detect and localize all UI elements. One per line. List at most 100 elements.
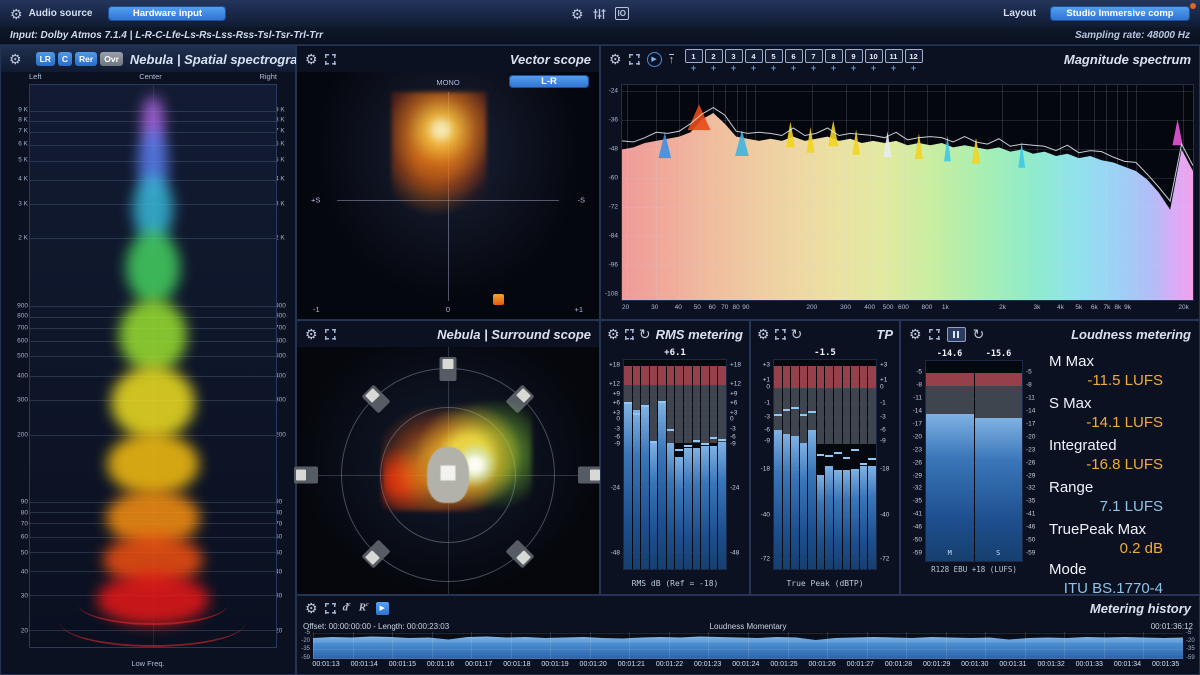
channel-button-c[interactable]: C — [58, 52, 72, 66]
fullscreen-icon[interactable] — [929, 329, 940, 340]
history-tool-icon[interactable]: dc — [343, 602, 351, 614]
band-add-icon[interactable]: + — [751, 64, 756, 72]
surround-header: ⚙ Nebula | Surround scope — [297, 321, 599, 347]
band-add-icon[interactable]: + — [911, 64, 916, 72]
reset-icon[interactable]: ↻ — [973, 327, 985, 341]
time-label: 00:01:35 — [1152, 661, 1179, 668]
meter-red-zone — [825, 366, 833, 388]
reset-icon[interactable]: ↻ — [791, 327, 803, 341]
fullscreen-icon[interactable] — [325, 329, 336, 340]
gear-icon[interactable]: ⚙ — [571, 7, 584, 21]
vector-mode-button[interactable]: L-R — [509, 75, 589, 88]
band-button-4[interactable]: 4 — [745, 49, 763, 63]
layout-preset-button[interactable]: Studio Immersive comp — [1050, 6, 1190, 21]
band-button-7[interactable]: 7 — [805, 49, 823, 63]
time-label: 00:01:24 — [732, 661, 759, 668]
play-nav-icon[interactable]: ▶ — [647, 52, 662, 67]
gear-icon[interactable]: ⚙ — [757, 327, 770, 341]
gear-icon[interactable]: ⚙ — [9, 52, 22, 66]
channel-button-rer[interactable]: Rer — [75, 52, 97, 66]
band-add-icon[interactable]: + — [731, 64, 736, 72]
gear-icon[interactable]: ⚙ — [305, 327, 318, 341]
band-button-6[interactable]: 6 — [785, 49, 803, 63]
meter-bar — [783, 434, 791, 569]
snap-to-top-icon[interactable]: ↑ — [669, 54, 675, 65]
stat-label: Range — [1049, 479, 1189, 496]
band-add-icon[interactable]: + — [691, 64, 696, 72]
band-add-icon[interactable]: + — [851, 64, 856, 72]
band-button-8[interactable]: 8 — [825, 49, 843, 63]
gear-icon[interactable]: ⚙ — [305, 52, 318, 66]
meter-gray-zone — [860, 388, 868, 443]
gear-icon[interactable]: ⚙ — [909, 327, 922, 341]
spectrogram-display[interactable] — [29, 84, 277, 648]
band-add-icon[interactable]: + — [791, 64, 796, 72]
band-add-icon[interactable]: + — [831, 64, 836, 72]
freq-tick: 9k — [1124, 304, 1131, 311]
scale-tick: -20 — [1026, 433, 1035, 440]
meter-channel — [851, 360, 859, 569]
band-add-icon[interactable]: + — [811, 64, 816, 72]
fullscreen-icon[interactable] — [325, 54, 336, 65]
meter-bar — [825, 466, 833, 569]
freq-label: 3 K — [2, 200, 28, 207]
loudness-channel: M — [926, 361, 974, 561]
band-button-5[interactable]: 5 — [765, 49, 783, 63]
channel-button-lr[interactable]: LR — [36, 52, 55, 66]
meter-red-zone — [710, 366, 718, 385]
history-play-icon[interactable]: ▶ — [376, 602, 389, 615]
meter-peak — [641, 405, 649, 407]
history-scale-tick: -20 — [1186, 638, 1195, 644]
channel-faders-icon[interactable] — [593, 8, 606, 20]
io-icon[interactable]: IO — [615, 7, 629, 20]
gear-icon[interactable]: ⚙ — [10, 7, 23, 21]
meter-peak — [633, 413, 641, 415]
meter-gray-zone — [701, 385, 709, 442]
vector-scope-display[interactable]: MONO L-R +S -S -1 0 +1 — [297, 72, 599, 319]
band-add-icon[interactable]: + — [771, 64, 776, 72]
fullscreen-icon[interactable] — [775, 329, 786, 340]
speaker-icon — [294, 467, 318, 484]
history-scale-tick: -20 — [301, 638, 310, 644]
history-scale-tick: -59 — [1186, 655, 1195, 661]
fullscreen-icon[interactable] — [629, 54, 640, 65]
meter-red-zone — [868, 366, 876, 388]
band-button-3[interactable]: 3 — [725, 49, 743, 63]
band-button-2[interactable]: 2 — [705, 49, 723, 63]
band-add-icon[interactable]: + — [711, 64, 716, 72]
band-add-icon[interactable]: + — [891, 64, 896, 72]
info-bar: Input: Dolby Atmos 7.1.4 | L-R-C-Lfe-Ls-… — [0, 27, 1200, 45]
history-scale-left: -5-20-35-59 — [297, 632, 312, 659]
pause-icon[interactable] — [947, 327, 966, 342]
band-button-12[interactable]: 12 — [905, 49, 923, 63]
channel-button-ovr[interactable]: Ovr — [100, 52, 123, 66]
scale-tick: -32 — [1026, 485, 1035, 492]
history-grid — [313, 632, 1183, 659]
fullscreen-icon[interactable] — [625, 329, 634, 340]
hardware-input-button[interactable]: Hardware input — [108, 6, 226, 21]
band-add-icon[interactable]: + — [871, 64, 876, 72]
meter-red-zone — [817, 366, 825, 388]
freq-tick: 80 — [733, 304, 740, 311]
meter-channel — [675, 360, 683, 569]
gear-icon[interactable]: ⚙ — [609, 52, 622, 66]
band-button-11[interactable]: 11 — [885, 49, 903, 63]
band-button-9[interactable]: 9 — [845, 49, 863, 63]
panel-title: Nebula | Surround scope — [437, 327, 591, 342]
history-tool-icon[interactable]: Rc — [359, 602, 369, 614]
gear-icon[interactable]: ⚙ — [607, 327, 620, 341]
meter-red-zone — [975, 373, 1023, 386]
meter-red-zone — [851, 366, 859, 388]
spectrum-display[interactable] — [621, 84, 1194, 301]
spectrogram-energy-art — [30, 85, 276, 647]
gear-icon[interactable]: ⚙ — [305, 601, 318, 615]
time-label: 00:01:27 — [847, 661, 874, 668]
band-button-10[interactable]: 10 — [865, 49, 883, 63]
reset-icon[interactable]: ↻ — [639, 327, 651, 341]
meter-red-zone — [800, 366, 808, 388]
surround-display[interactable] — [297, 347, 599, 594]
history-chart[interactable] — [313, 632, 1183, 659]
fullscreen-icon[interactable] — [325, 603, 336, 614]
meter-red-zone — [718, 366, 726, 385]
band-button-1[interactable]: 1 — [685, 49, 703, 63]
